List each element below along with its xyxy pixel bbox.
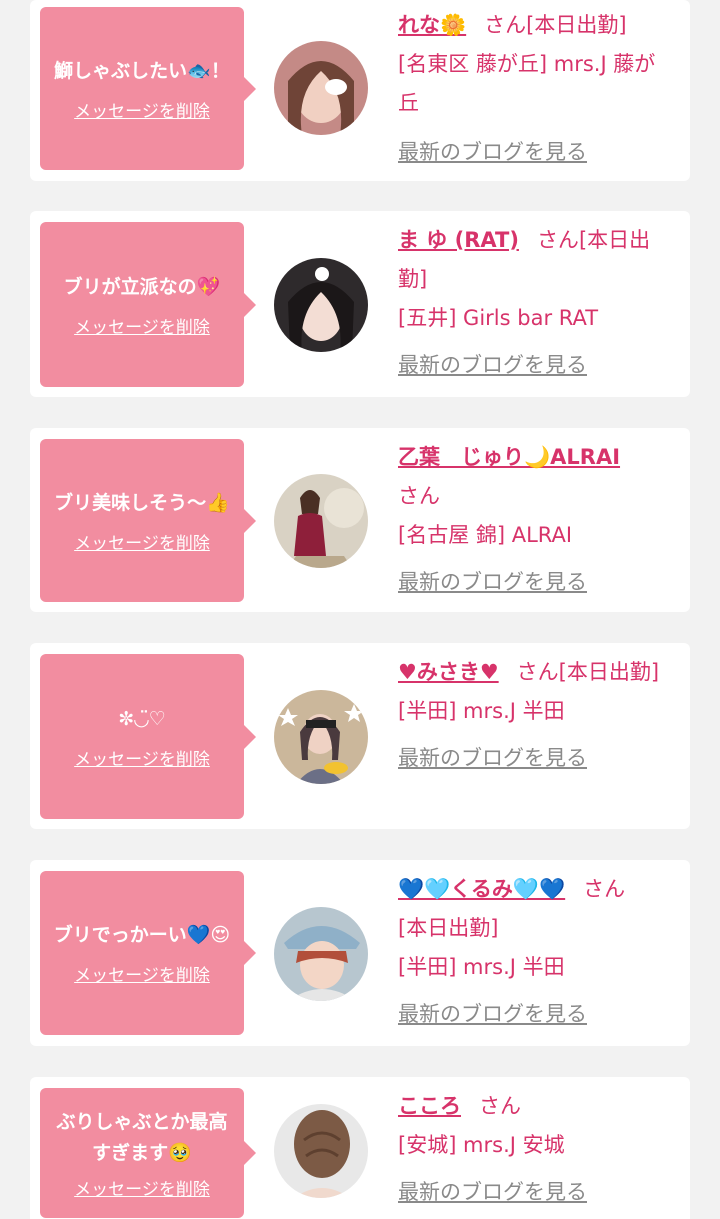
avatar-photo	[274, 1104, 368, 1198]
delete-message-link[interactable]: メッセージを削除	[74, 1175, 210, 1200]
message-card: 鰤しゃぶしたい🐟！ メッセージを削除 れな🌼 さん[本日出勤] [名東区 藤が丘]…	[30, 0, 690, 181]
message-text: ✼◡̈♡	[118, 707, 166, 730]
profile-info: こころ さん [安城] mrs.J 安城 最新のブログを見る	[398, 1087, 670, 1212]
avatar-photo	[274, 258, 368, 352]
girl-name-link[interactable]: 💙🩵くるみ🩵💙	[398, 877, 565, 901]
shop-location: [名古屋 錦] ALRAI	[398, 523, 573, 547]
shop-location: [名東区 藤が丘] mrs.J 藤が丘	[398, 52, 656, 115]
avatar-photo	[274, 907, 368, 1001]
avatar[interactable]	[274, 1104, 368, 1198]
delete-message-link[interactable]: メッセージを削除	[74, 529, 210, 554]
message-text: ブリでっかーい💙😍	[53, 924, 231, 946]
message-bubble: ブリ美味しそう〜👍 メッセージを削除	[40, 439, 256, 602]
message-bubble: ブリでっかーい💙😍 メッセージを削除	[40, 871, 256, 1035]
message-text: ぶりしゃぶとか最高すぎます🥹	[56, 1110, 228, 1164]
latest-blog-link[interactable]: 最新のブログを見る	[398, 1173, 670, 1212]
delete-message-link[interactable]: メッセージを削除	[74, 745, 210, 770]
avatar[interactable]	[274, 690, 368, 784]
latest-blog-link[interactable]: 最新のブログを見る	[398, 995, 670, 1034]
message-card: ブリ美味しそう〜👍 メッセージを削除 乙葉 じゅり🌙ALRAI さん [名古屋 錦…	[30, 428, 690, 612]
avatar[interactable]	[274, 474, 368, 568]
girl-name-link[interactable]: 乙葉 じゅり🌙ALRAI	[398, 445, 620, 469]
avatar-photo	[274, 474, 368, 568]
message-bubble: 鰤しゃぶしたい🐟！ メッセージを削除	[40, 7, 256, 170]
message-card: ぶりしゃぶとか最高すぎます🥹 メッセージを削除 こころ さん [安城] mrs.J…	[30, 1077, 690, 1219]
message-bubble: ぶりしゃぶとか最高すぎます🥹 メッセージを削除	[40, 1088, 256, 1218]
girl-name-link[interactable]: ♥みさき♥	[398, 660, 499, 684]
profile-info: ま ゆ (RAT) さん[本日出勤] [五井] Girls bar RAT 最新の…	[398, 221, 670, 385]
shop-location: [安城] mrs.J 安城	[398, 1133, 565, 1157]
shop-location: [五井] Girls bar RAT	[398, 306, 599, 330]
delete-message-link[interactable]: メッセージを削除	[74, 961, 210, 986]
message-bubble: ✼◡̈♡ メッセージを削除	[40, 654, 256, 819]
work-status: [本日出勤]	[558, 660, 660, 684]
profile-info: ♥みさき♥ さん[本日出勤] [半田] mrs.J 半田 最新のブログを見る	[398, 653, 670, 778]
honorific: さん	[398, 484, 440, 508]
delete-message-link[interactable]: メッセージを削除	[74, 97, 210, 122]
message-card: ブリが立派なの💖 メッセージを削除 ま ゆ (RAT) さん[本日出勤] [五井]…	[30, 211, 690, 397]
profile-info: れな🌼 さん[本日出勤] [名東区 藤が丘] mrs.J 藤が丘 最新のブログを見…	[398, 6, 670, 172]
work-status: [本日出勤]	[526, 13, 627, 37]
work-status: [本日出勤]	[398, 916, 499, 940]
girl-name-link[interactable]: れな🌼	[398, 13, 466, 37]
profile-info: 乙葉 じゅり🌙ALRAI さん [名古屋 錦] ALRAI 最新のブログを見る	[398, 438, 670, 602]
latest-blog-link[interactable]: 最新のブログを見る	[398, 739, 670, 778]
latest-blog-link[interactable]: 最新のブログを見る	[398, 346, 670, 385]
message-card: ブリでっかーい💙😍 メッセージを削除 💙🩵くるみ🩵💙 さん [本日出勤] [半田] …	[30, 860, 690, 1046]
message-text: ブリが立派なの💖	[63, 275, 221, 298]
honorific: さん	[536, 228, 579, 252]
message-card: ✼◡̈♡ メッセージを削除 ♥みさき♥ さん[本日出勤] [半田] mrs.J 半…	[30, 643, 690, 829]
honorific: さん	[479, 1094, 521, 1118]
girl-name-link[interactable]: ま ゆ (RAT)	[398, 228, 519, 252]
latest-blog-link[interactable]: 最新のブログを見る	[398, 133, 670, 172]
honorific: さん	[583, 877, 626, 901]
avatar[interactable]	[274, 907, 368, 1001]
shop-location: [半田] mrs.J 半田	[398, 699, 565, 723]
profile-info: 💙🩵くるみ🩵💙 さん [本日出勤] [半田] mrs.J 半田 最新のブログを見る	[398, 870, 670, 1034]
delete-message-link[interactable]: メッセージを削除	[74, 313, 210, 338]
shop-location: [半田] mrs.J 半田	[398, 955, 565, 979]
girl-name-link[interactable]: こころ	[398, 1094, 461, 1118]
message-bubble: ブリが立派なの💖 メッセージを削除	[40, 222, 256, 387]
honorific: さん	[516, 660, 559, 684]
avatar[interactable]	[274, 258, 368, 352]
avatar-photo	[274, 690, 368, 784]
avatar-photo	[274, 41, 368, 135]
latest-blog-link[interactable]: 最新のブログを見る	[398, 563, 670, 602]
message-text: ブリ美味しそう〜👍	[54, 491, 230, 514]
message-text: 鰤しゃぶしたい🐟！	[54, 59, 230, 82]
avatar[interactable]	[274, 41, 368, 135]
honorific: さん	[484, 13, 527, 37]
